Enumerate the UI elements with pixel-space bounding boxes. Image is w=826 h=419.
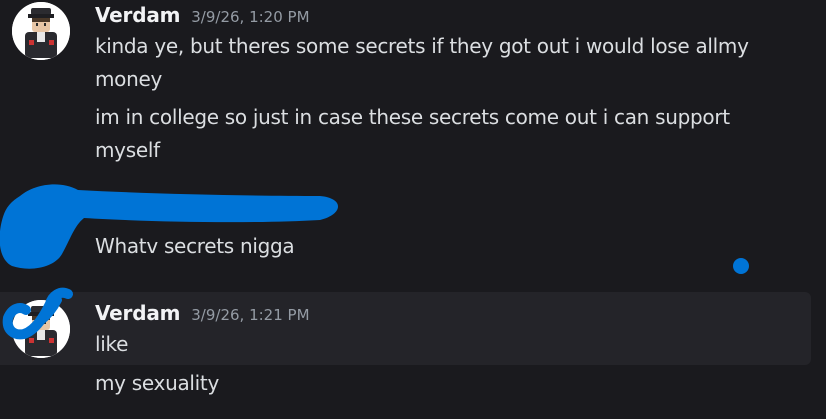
timestamp[interactable]: 3/9/26, 1:20 PM [191,8,309,26]
avatar[interactable] [12,2,70,60]
message-text: im in college so just in case these secr… [95,105,730,162]
avatar-character-icon [12,300,70,358]
message-text: Whatv secrets nigga [95,234,295,258]
timestamp[interactable]: 3/9/26, 1:21 PM [191,306,309,324]
redaction-scribble-dot [733,258,749,274]
message-text: kinda ye, but theres some secrets if the… [95,34,749,91]
avatar[interactable] [12,300,70,358]
message-text: my sexuality [95,371,220,395]
avatar-character-icon [12,2,70,60]
username[interactable]: Verdam [95,3,180,27]
username[interactable]: Verdam [95,301,180,325]
message-header: Verdam 3/9/26, 1:21 PM [95,301,310,325]
message-text: like [95,332,129,356]
message-header: Verdam 3/9/26, 1:20 PM [95,3,310,27]
